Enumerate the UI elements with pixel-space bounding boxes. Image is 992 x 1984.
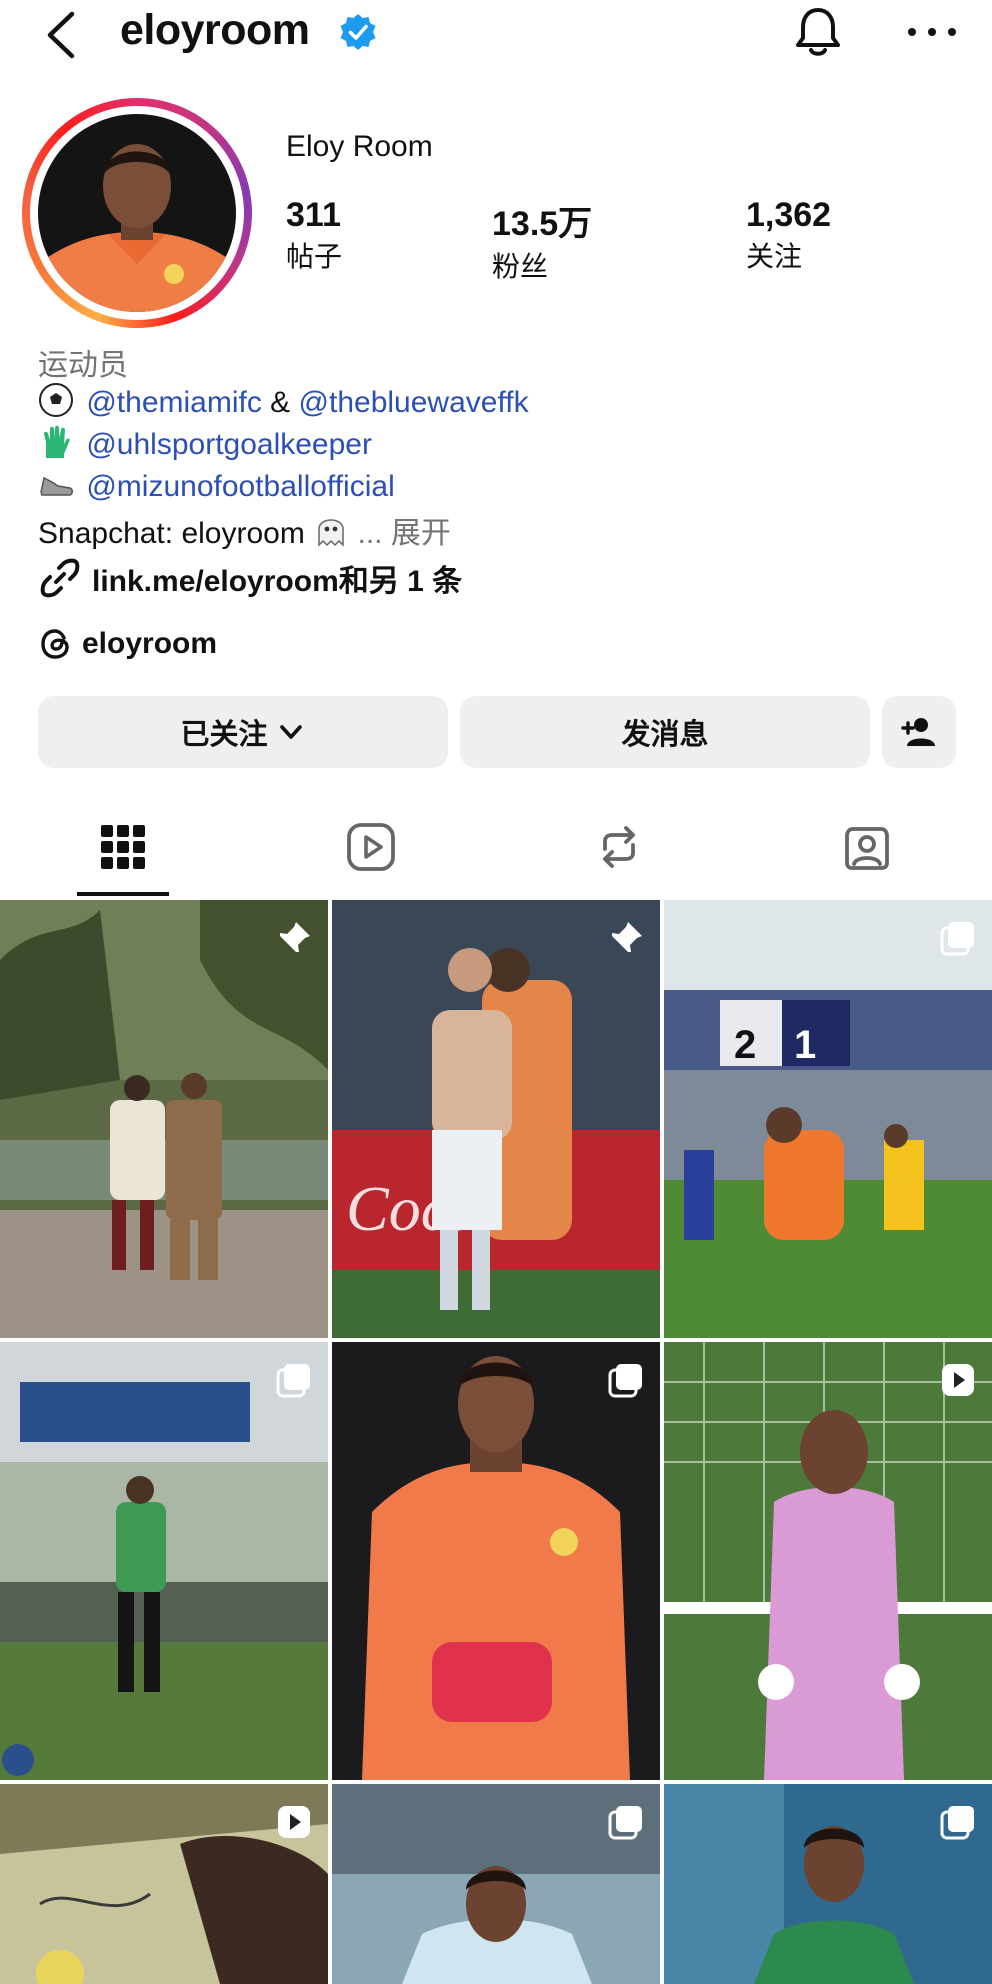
tab-reels[interactable]	[341, 812, 401, 882]
glove-icon	[38, 424, 78, 462]
stat-value: 13.5万	[492, 205, 593, 243]
link-icon	[40, 558, 80, 598]
threads-handle: eloyroom	[82, 627, 218, 660]
mention-link[interactable]: @mizunofootballofficial	[86, 470, 394, 503]
more-options-button[interactable]	[902, 22, 962, 42]
profile-category: 运动员	[38, 349, 128, 382]
reels-icon	[347, 823, 395, 871]
link-text: link.me/eloyroom和另 1 条	[92, 565, 463, 598]
stat-value: 1,362	[746, 196, 832, 234]
stat-following[interactable]: 1,362 关注	[746, 196, 831, 275]
grid-icon	[101, 825, 145, 869]
soccer-ball-icon	[38, 382, 78, 420]
mention-link[interactable]: @themiamifc	[86, 386, 262, 419]
reel-icon	[942, 1364, 974, 1396]
expand-bio-button[interactable]: ... 展开	[358, 517, 451, 550]
score-home: 2	[734, 1023, 756, 1067]
notifications-button[interactable]	[790, 2, 846, 60]
tab-reposts[interactable]	[589, 812, 649, 882]
mention-link[interactable]: @uhlsportgoalkeeper	[86, 428, 372, 461]
repost-icon	[603, 826, 635, 868]
stat-label: 关注	[746, 241, 803, 272]
carousel-icon	[940, 1806, 974, 1840]
suggested-users-button[interactable]	[882, 696, 956, 768]
bio-line-2: @uhlsportgoalkeeper	[38, 424, 372, 462]
stat-posts[interactable]: 311 帖子	[286, 196, 342, 275]
bio-line-1: @themiamifc & @thebluewaveffk	[38, 382, 529, 420]
tagged-person-icon	[845, 827, 889, 870]
mention-link[interactable]: @thebluewaveffk	[299, 386, 529, 419]
tab-tagged[interactable]	[837, 812, 897, 882]
carousel-icon	[940, 922, 974, 956]
verified-badge-icon	[338, 12, 378, 52]
grid-post-6[interactable]	[664, 1342, 992, 1780]
grid-post-7[interactable]	[0, 1784, 328, 1984]
sneaker-icon	[38, 466, 78, 504]
stat-label: 帖子	[286, 241, 343, 272]
chevron-down-icon	[279, 725, 302, 739]
following-button[interactable]: 已关注	[38, 696, 448, 768]
avatar[interactable]	[38, 114, 236, 312]
ghost-icon	[313, 517, 357, 550]
post-thumbnail: Coca	[332, 900, 660, 1338]
message-button[interactable]: 发消息	[460, 696, 870, 768]
grid-post-5[interactable]	[332, 1342, 660, 1780]
bio-text: Snapchat: eloyroom	[38, 517, 305, 550]
avatar-image	[38, 114, 236, 312]
grid-post-4[interactable]	[0, 1342, 328, 1780]
following-label: 已关注	[180, 719, 268, 751]
bio-line-3: @mizunofootballofficial	[38, 466, 395, 504]
post-thumbnail: 2 1	[664, 900, 992, 1338]
grid-post-1[interactable]	[0, 900, 328, 1338]
carousel-icon	[608, 1806, 642, 1840]
back-button[interactable]	[40, 8, 84, 62]
threads-link[interactable]: eloyroom	[38, 626, 217, 662]
score-away: 1	[794, 1023, 816, 1067]
bell-icon	[796, 8, 840, 56]
grid-post-9[interactable]	[664, 1784, 992, 1984]
external-link[interactable]: link.me/eloyroom和另 1 条	[38, 556, 462, 600]
carousel-icon	[608, 1364, 642, 1398]
bio-line-4: Snapchat: eloyroom ... 展开	[38, 508, 451, 552]
chevron-left-icon	[47, 11, 75, 59]
post-thumbnail	[0, 1342, 328, 1780]
add-person-icon	[901, 718, 935, 746]
grid-post-8[interactable]	[332, 1784, 660, 1984]
carousel-icon	[276, 1364, 310, 1398]
grid-post-2[interactable]: Coca	[332, 900, 660, 1338]
grid-post-3[interactable]: 2 1	[664, 900, 992, 1338]
message-label: 发消息	[621, 719, 709, 751]
tab-posts-grid[interactable]	[93, 812, 153, 882]
stat-followers[interactable]: 13.5万 粉丝	[492, 196, 592, 285]
active-tab-indicator	[77, 892, 169, 896]
pin-icon	[611, 922, 642, 953]
post-thumbnail	[664, 1342, 992, 1780]
reel-icon	[278, 1806, 310, 1838]
display-name: Eloy Room	[286, 130, 433, 163]
bio-joiner: &	[261, 386, 299, 419]
more-horizontal-icon	[908, 28, 956, 36]
stat-label: 粉丝	[492, 251, 549, 282]
stat-value: 311	[286, 196, 341, 234]
post-thumbnail	[0, 900, 328, 1338]
post-thumbnail	[332, 1342, 660, 1780]
threads-icon	[41, 629, 69, 659]
pin-icon	[279, 922, 310, 953]
profile-username: eloyroom	[120, 6, 310, 54]
